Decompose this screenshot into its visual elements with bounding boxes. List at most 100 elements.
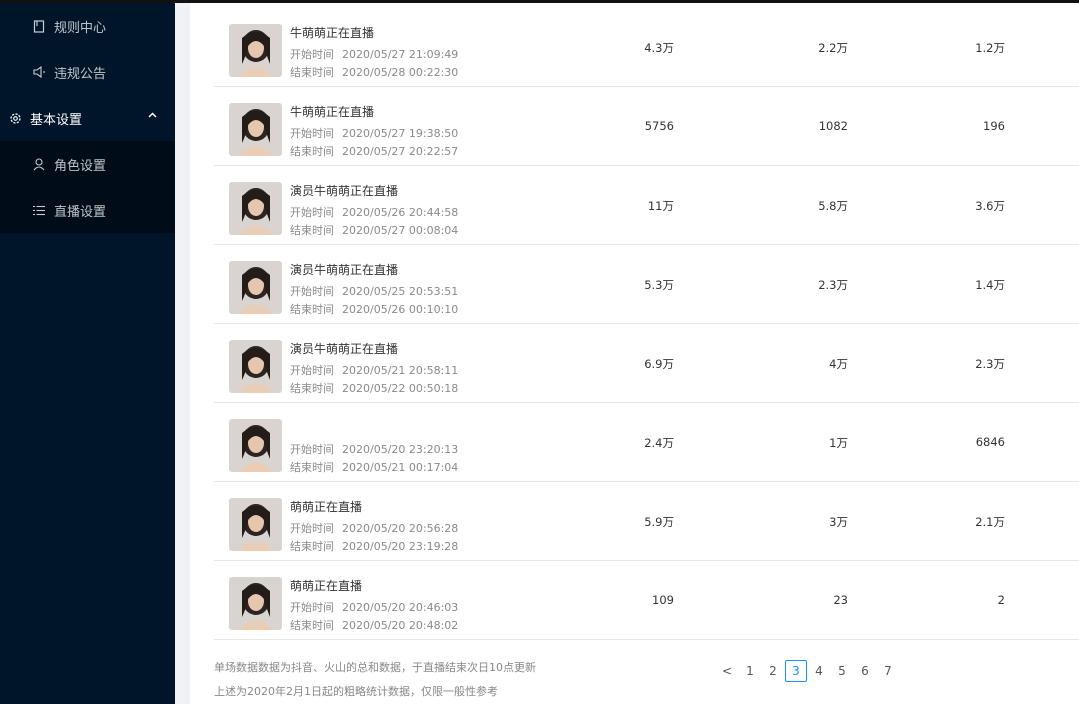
end-time-label: 结束时间 xyxy=(290,619,334,632)
end-time-value: 2020/05/22 00:50:18 xyxy=(342,382,459,395)
metric-1: 4.3万 xyxy=(644,41,674,55)
live-title: 演员牛萌萌正在直播 xyxy=(290,342,399,356)
pagination: < 1234567 xyxy=(716,660,900,682)
start-time-label: 开始时间 xyxy=(290,206,334,219)
start-time: 开始时间 2020/05/27 19:38:50 xyxy=(290,125,458,141)
sidebar-group-basic-settings[interactable]: 基本设置 xyxy=(0,95,175,141)
start-time-value: 2020/05/27 19:38:50 xyxy=(342,127,459,140)
avatar xyxy=(229,182,282,235)
sidebar-item-role-settings[interactable]: 角色设置 xyxy=(0,141,175,187)
start-time-label: 开始时间 xyxy=(290,601,334,614)
sidebar-submenu: 角色设置 直播设置 xyxy=(0,141,175,233)
user-icon xyxy=(32,157,46,171)
table-row[interactable]: 演员牛萌萌正在直播 开始时间 2020/05/25 20:53:51 结束时间 20… xyxy=(214,245,1079,324)
metric-2: 1万 xyxy=(829,436,848,450)
live-title: 演员牛萌萌正在直播 xyxy=(290,184,399,198)
end-time: 结束时间 2020/05/20 20:48:02 xyxy=(290,617,458,633)
footer-note: 单场数据数据为抖音、火山的总和数据，于直播结束次日10点更新 xyxy=(214,661,536,674)
page-button-2[interactable]: 2 xyxy=(762,660,784,682)
live-title: 演员牛萌萌正在直播 xyxy=(290,263,399,277)
end-time: 结束时间 2020/05/26 00:10:10 xyxy=(290,301,458,317)
metric-1: 5.3万 xyxy=(644,278,674,292)
avatar xyxy=(229,340,282,393)
end-time-value: 2020/05/21 00:17:04 xyxy=(342,461,459,474)
metric-3: 2.3万 xyxy=(975,357,1005,371)
end-time-label: 结束时间 xyxy=(290,461,334,474)
live-title: 萌萌正在直播 xyxy=(290,579,363,593)
avatar xyxy=(229,498,282,551)
table-row[interactable]: 萌萌正在直播 开始时间 2020/05/20 20:56:28 结束时间 2020/… xyxy=(214,482,1079,561)
sidebar-item-label: 违规公告 xyxy=(54,66,107,82)
table-row[interactable]: 牛萌萌正在直播 开始时间 2020/05/27 19:38:50 结束时间 2020… xyxy=(214,87,1079,166)
sidebar-item-label: 规则中心 xyxy=(54,20,107,36)
metric-1: 6.9万 xyxy=(644,357,674,371)
gear-icon xyxy=(8,111,22,125)
start-time-value: 2020/05/26 20:44:58 xyxy=(342,206,459,219)
list-icon xyxy=(32,203,46,217)
end-time-label: 结束时间 xyxy=(290,145,334,158)
page-button-7[interactable]: 7 xyxy=(877,660,899,682)
metric-3: 3.6万 xyxy=(975,199,1005,213)
start-time-label: 开始时间 xyxy=(290,364,334,377)
start-time: 开始时间 2020/05/20 20:56:28 xyxy=(290,520,458,536)
sidebar-item-label: 直播设置 xyxy=(54,204,107,220)
metric-3: 1.4万 xyxy=(975,278,1005,292)
table-row[interactable]: 演员牛萌萌正在直播 开始时间 2020/05/26 20:44:58 结束时间 20… xyxy=(214,166,1079,245)
page-button-6[interactable]: 6 xyxy=(854,660,876,682)
start-time-value: 2020/05/20 23:20:13 xyxy=(342,443,459,456)
sidebar-item-rules[interactable]: 规则中心 xyxy=(0,3,175,49)
metric-2: 2.3万 xyxy=(818,278,848,292)
metric-1: 5756 xyxy=(644,119,674,133)
end-time: 结束时间 2020/05/22 00:50:18 xyxy=(290,380,458,396)
table-row[interactable]: 开始时间 2020/05/20 23:20:13 结束时间 2020/05/21 0… xyxy=(214,403,1079,482)
end-time-value: 2020/05/28 00:22:30 xyxy=(342,66,459,79)
page-button-4[interactable]: 4 xyxy=(808,660,830,682)
start-time: 开始时间 2020/05/21 20:58:11 xyxy=(290,362,458,378)
chevron-up-icon xyxy=(148,110,157,121)
metric-2: 2.2万 xyxy=(818,41,848,55)
avatar xyxy=(229,577,282,630)
metric-1: 5.9万 xyxy=(644,515,674,529)
live-title: 牛萌萌正在直播 xyxy=(290,105,375,119)
page-button-3[interactable]: 3 xyxy=(785,660,807,682)
table-row[interactable]: 牛萌萌正在直播 开始时间 2020/05/27 21:09:49 结束时间 2020… xyxy=(214,8,1079,87)
table-row[interactable]: 萌萌正在直播 开始时间 2020/05/20 20:46:03 结束时间 2020/… xyxy=(214,561,1079,640)
metric-2: 4万 xyxy=(829,357,848,371)
metric-3: 6846 xyxy=(975,435,1005,449)
sidebar-item-violations[interactable]: 违规公告 xyxy=(0,49,175,95)
avatar xyxy=(229,419,282,472)
metric-3: 196 xyxy=(983,119,1005,133)
page-button-5[interactable]: 5 xyxy=(831,660,853,682)
start-time-value: 2020/05/21 20:58:11 xyxy=(342,364,459,377)
start-time: 开始时间 2020/05/27 21:09:49 xyxy=(290,46,458,62)
avatar xyxy=(229,261,282,314)
start-time-value: 2020/05/20 20:56:28 xyxy=(342,522,459,535)
metric-3: 2 xyxy=(997,593,1005,607)
start-time: 开始时间 2020/05/26 20:44:58 xyxy=(290,204,458,220)
start-time: 开始时间 2020/05/25 20:53:51 xyxy=(290,283,458,299)
end-time-value: 2020/05/27 00:08:04 xyxy=(342,224,459,237)
end-time: 结束时间 2020/05/27 00:08:04 xyxy=(290,222,458,238)
live-title: 萌萌正在直播 xyxy=(290,500,363,514)
metric-3: 2.1万 xyxy=(975,515,1005,529)
start-time: 开始时间 2020/05/20 20:46:03 xyxy=(290,599,458,615)
metric-2: 5.8万 xyxy=(818,199,848,213)
start-time-label: 开始时间 xyxy=(290,285,334,298)
end-time-value: 2020/05/20 23:19:28 xyxy=(342,540,459,553)
sidebar-item-live-settings[interactable]: 直播设置 xyxy=(0,187,175,233)
start-time-label: 开始时间 xyxy=(290,127,334,140)
start-time-value: 2020/05/27 21:09:49 xyxy=(342,48,459,61)
sidebar: 规则中心 违规公告 基本设置 角色设置 直播设置 xyxy=(0,3,175,704)
prev-page-button[interactable]: < xyxy=(716,660,738,682)
end-time-label: 结束时间 xyxy=(290,382,334,395)
start-time-value: 2020/05/20 20:46:03 xyxy=(342,601,459,614)
page-button-1[interactable]: 1 xyxy=(739,660,761,682)
end-time-value: 2020/05/27 20:22:57 xyxy=(342,145,459,158)
sidebar-group-label: 基本设置 xyxy=(30,112,83,128)
end-time-value: 2020/05/26 00:10:10 xyxy=(342,303,459,316)
end-time: 结束时间 2020/05/27 20:22:57 xyxy=(290,143,458,159)
metric-2: 1082 xyxy=(818,119,848,133)
table-row[interactable]: 演员牛萌萌正在直播 开始时间 2020/05/21 20:58:11 结束时间 20… xyxy=(214,324,1079,403)
live-session-table: 牛萌萌正在直播 开始时间 2020/05/27 21:09:49 结束时间 2020… xyxy=(190,3,1079,704)
end-time-label: 结束时间 xyxy=(290,224,334,237)
